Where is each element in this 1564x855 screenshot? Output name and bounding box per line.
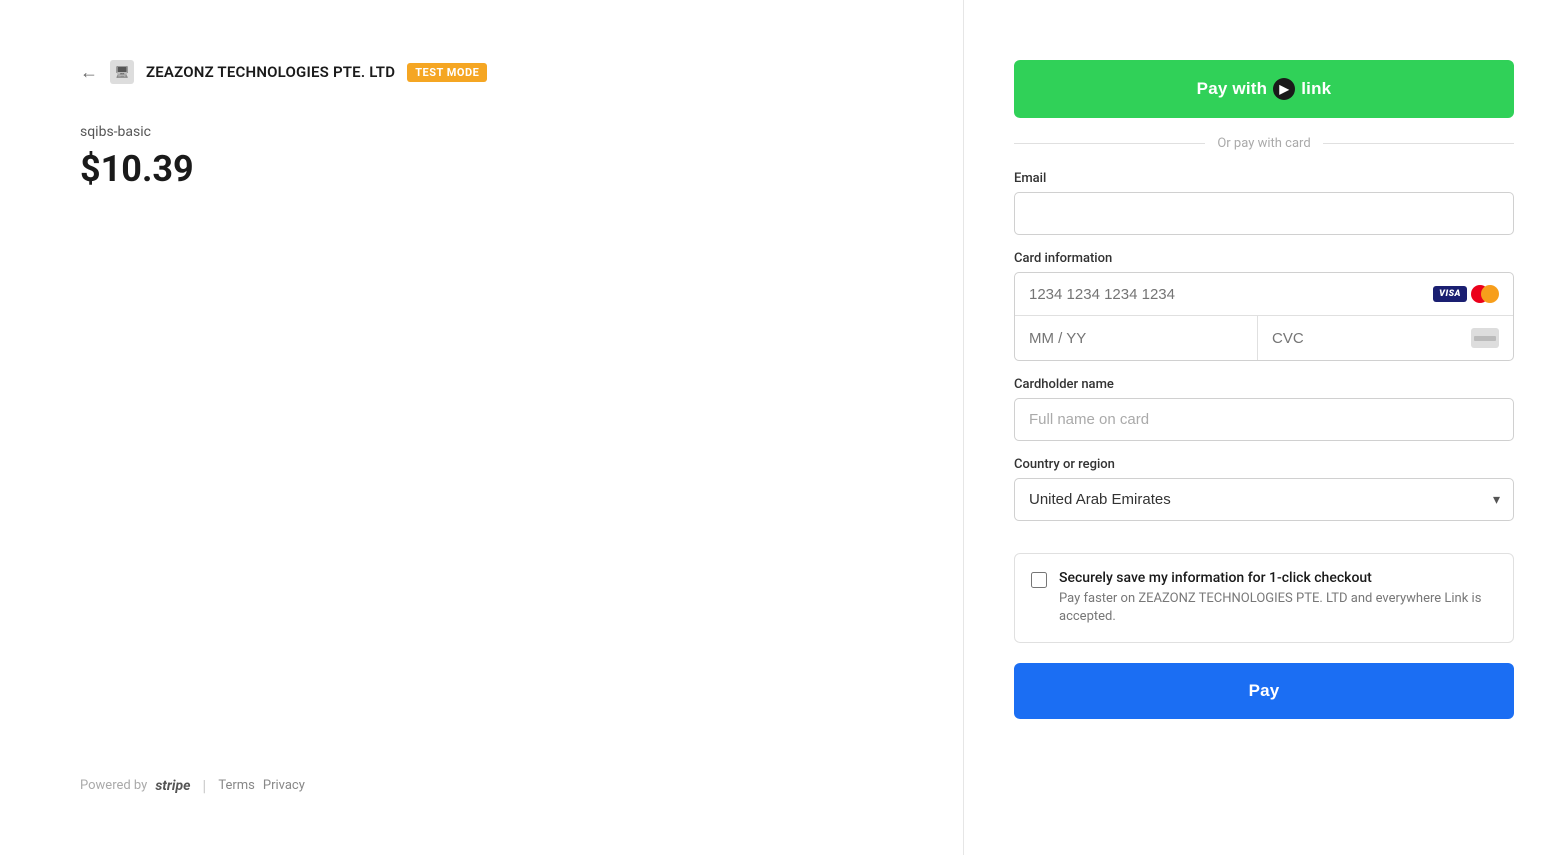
back-button[interactable]: ← bbox=[80, 62, 98, 83]
page-container: ← 🖥 ZEAZONZ TECHNOLOGIES PTE. LTD TEST M… bbox=[0, 0, 1564, 855]
country-select-wrapper: United Arab EmiratesUnited StatesUnited … bbox=[1014, 478, 1514, 521]
pay-with-link-button[interactable]: Pay with ▶ link bbox=[1014, 60, 1514, 118]
cvc-card-strip bbox=[1474, 336, 1496, 341]
cvc-row bbox=[1258, 316, 1513, 360]
country-label: Country or region bbox=[1014, 457, 1514, 472]
email-group: Email bbox=[1014, 171, 1514, 235]
footer-area: Powered by stripe | Terms Privacy bbox=[80, 736, 883, 795]
or-line-left bbox=[1014, 143, 1205, 144]
or-divider: Or pay with card bbox=[1014, 136, 1514, 151]
expiry-input[interactable] bbox=[1015, 316, 1258, 360]
card-info-group: Card information VISA bbox=[1014, 251, 1514, 361]
save-info-title: Securely save my information for 1-click… bbox=[1059, 570, 1497, 586]
terms-link[interactable]: Terms bbox=[218, 778, 255, 793]
merchant-name: ZEAZONZ TECHNOLOGIES PTE. LTD bbox=[146, 63, 395, 81]
email-input[interactable] bbox=[1014, 192, 1514, 235]
cardholder-input[interactable] bbox=[1014, 398, 1514, 441]
pay-with-label: Pay with bbox=[1197, 79, 1268, 99]
product-price: $10.39 bbox=[80, 148, 883, 190]
visa-icon: VISA bbox=[1433, 286, 1467, 302]
link-arrow-icon: ▶ bbox=[1280, 82, 1289, 96]
save-info-text: Securely save my information for 1-click… bbox=[1059, 570, 1497, 626]
cardholder-label: Cardholder name bbox=[1014, 377, 1514, 392]
card-number-row: VISA bbox=[1015, 273, 1513, 316]
stripe-logo: stripe bbox=[155, 778, 190, 794]
link-suffix-label: link bbox=[1301, 79, 1331, 99]
footer-divider: | bbox=[202, 776, 206, 795]
card-icons: VISA bbox=[1433, 285, 1499, 303]
privacy-link[interactable]: Privacy bbox=[263, 778, 305, 793]
or-line-right bbox=[1323, 143, 1514, 144]
product-name: sqibs-basic bbox=[80, 124, 883, 140]
or-text: Or pay with card bbox=[1217, 136, 1310, 151]
header-row: ← 🖥 ZEAZONZ TECHNOLOGIES PTE. LTD TEST M… bbox=[80, 60, 883, 84]
card-number-input[interactable] bbox=[1029, 286, 1433, 303]
card-info-container: VISA bbox=[1014, 272, 1514, 361]
test-mode-badge: TEST MODE bbox=[407, 63, 487, 82]
powered-by-text: Powered by bbox=[80, 778, 147, 793]
save-info-box: Securely save my information for 1-click… bbox=[1014, 553, 1514, 643]
card-expiry-cvc-row bbox=[1015, 316, 1513, 360]
cvc-card-icon bbox=[1471, 328, 1499, 348]
cardholder-group: Cardholder name bbox=[1014, 377, 1514, 441]
merchant-icon: 🖥 bbox=[110, 60, 134, 84]
pay-button[interactable]: Pay bbox=[1014, 663, 1514, 719]
email-label: Email bbox=[1014, 171, 1514, 186]
cvc-input[interactable] bbox=[1272, 330, 1471, 347]
save-info-checkbox[interactable] bbox=[1031, 572, 1047, 588]
right-panel: Pay with ▶ link Or pay with card Email C… bbox=[964, 0, 1564, 779]
country-group: Country or region United Arab EmiratesUn… bbox=[1014, 457, 1514, 521]
country-select[interactable]: United Arab EmiratesUnited StatesUnited … bbox=[1014, 478, 1514, 521]
card-info-label: Card information bbox=[1014, 251, 1514, 266]
save-info-subtitle: Pay faster on ZEAZONZ TECHNOLOGIES PTE. … bbox=[1059, 590, 1497, 626]
link-icon: ▶ bbox=[1273, 78, 1295, 100]
mastercard-icon bbox=[1471, 285, 1499, 303]
left-panel: ← 🖥 ZEAZONZ TECHNOLOGIES PTE. LTD TEST M… bbox=[0, 0, 964, 855]
